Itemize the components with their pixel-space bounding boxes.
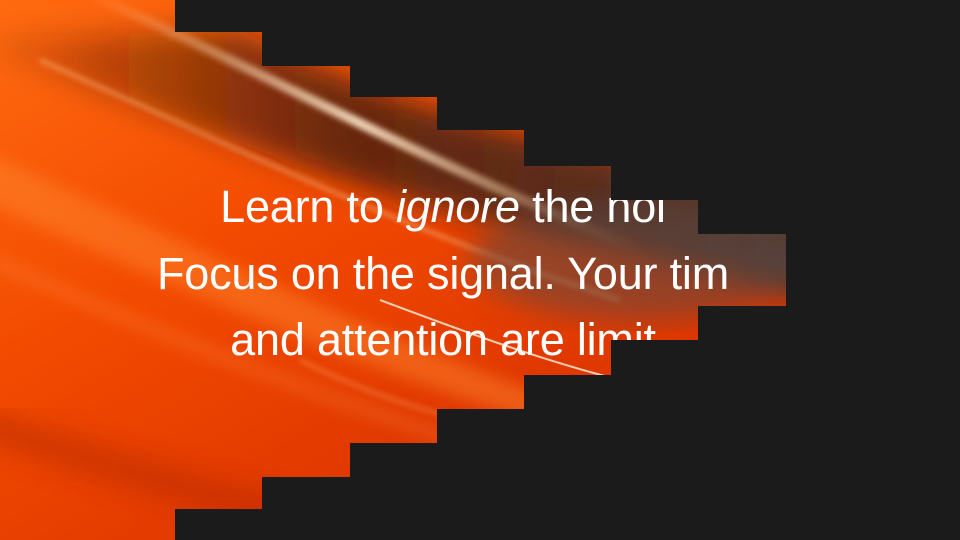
headline-emphasis: ignore: [395, 181, 520, 232]
headline-line-2: Focus on the signal. Your tim: [156, 248, 730, 299]
headline-line-1-before: Learn to: [220, 181, 396, 232]
slide: Learn to ignore the noi Focus on the sig…: [0, 0, 960, 540]
